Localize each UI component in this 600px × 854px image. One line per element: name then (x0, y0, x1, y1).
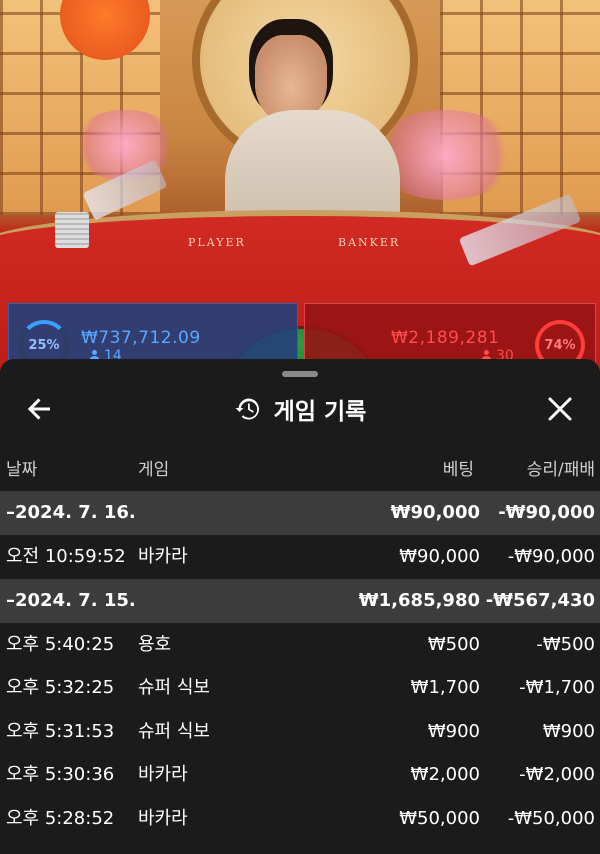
row-game: 슈퍼 식보 (138, 720, 210, 742)
history-row[interactable]: 오후 5:40:25 용호 ₩500 -₩500 (0, 623, 600, 667)
sheet-title-text: 게임 기록 (273, 399, 367, 425)
group-result-total: -₩90,000 (498, 502, 595, 523)
felt-player-label: PLAYER (188, 236, 246, 249)
row-result: ₩900 (542, 720, 595, 742)
row-result: -₩500 (536, 633, 595, 655)
close-icon (548, 397, 572, 421)
player-bet-amount: ₩737,712.09 (81, 328, 201, 348)
close-button[interactable] (538, 387, 582, 431)
row-bet: ₩900 (427, 720, 480, 742)
sheet-title: 게임 기록 (0, 389, 600, 429)
history-row[interactable]: 오후 5:28:52 바카라 ₩50,000 -₩50,000 (0, 797, 600, 841)
felt-banker-label: BANKER (338, 236, 401, 249)
row-result: -₩2,000 (519, 764, 595, 786)
header-date: 날짜 (6, 460, 38, 480)
group-bet-total: ₩1,685,980 (358, 589, 480, 611)
row-game: 용호 (138, 633, 172, 655)
header-bet: 베팅 (442, 460, 474, 480)
header-result: 승리/패배 (526, 460, 595, 480)
row-time: 오후 5:30:36 (6, 764, 115, 786)
sheet-grab-handle[interactable] (282, 371, 318, 377)
row-time: 오후 5:31:53 (6, 720, 115, 742)
row-bet: ₩2,000 (410, 764, 480, 786)
history-row[interactable]: 오후 5:30:36 바카라 ₩2,000 -₩2,000 (0, 753, 600, 797)
row-bet: ₩50,000 (399, 807, 480, 829)
row-time: 오전 10:59:52 (6, 546, 126, 567)
row-game: 바카라 (138, 546, 188, 567)
date-group-row[interactable]: –2024. 7. 16. ₩90,000 -₩90,000 (0, 491, 600, 535)
row-result: -₩50,000 (507, 807, 595, 829)
game-screen: PLAYER BANKER 25% ₩737,712.09 14 ₩2,189,… (0, 0, 600, 854)
banker-bet-amount: ₩2,189,281 (391, 328, 500, 348)
history-icon (235, 398, 259, 420)
date-group-row[interactable]: –2024. 7. 15. ₩1,685,980 -₩567,430 (0, 578, 600, 623)
column-headers: 날짜 게임 베팅 승리/패배 (0, 455, 600, 485)
banker-percent: 74% (544, 337, 576, 353)
history-row[interactable]: 오후 5:31:53 슈퍼 식보 ₩900 ₩900 (0, 710, 600, 754)
row-time: 오후 5:28:52 (6, 807, 115, 829)
player-percent: 25% (28, 337, 60, 353)
group-date: –2024. 7. 16. (6, 502, 136, 523)
header-game: 게임 (138, 460, 170, 480)
group-date: –2024. 7. 15. (6, 589, 136, 611)
group-bet-total: ₩90,000 (390, 502, 480, 523)
row-result: -₩1,700 (519, 677, 595, 699)
history-list: –2024. 7. 16. ₩90,000 -₩90,000 오전 10:59:… (0, 491, 600, 841)
card-stack (55, 212, 89, 248)
row-game: 바카라 (138, 807, 188, 829)
row-game: 바카라 (138, 764, 188, 786)
row-time: 오후 5:40:25 (6, 633, 115, 655)
row-bet: ₩1,700 (410, 677, 480, 699)
row-time: 오후 5:32:25 (6, 677, 115, 699)
row-game: 슈퍼 식보 (138, 677, 210, 699)
cherry-blossom-left (70, 110, 180, 180)
group-result-total: -₩567,430 (485, 589, 595, 611)
game-history-sheet: 게임 기록 날짜 게임 베팅 승리/패배 –2024. 7. 16. ₩90,0… (0, 359, 600, 854)
row-bet: ₩90,000 (399, 546, 480, 567)
row-result: -₩90,000 (507, 546, 595, 567)
history-row[interactable]: 오후 5:32:25 슈퍼 식보 ₩1,700 -₩1,700 (0, 666, 600, 710)
row-bet: ₩500 (427, 633, 480, 655)
history-row[interactable]: 오전 10:59:52 바카라 ₩90,000 -₩90,000 (0, 535, 600, 579)
